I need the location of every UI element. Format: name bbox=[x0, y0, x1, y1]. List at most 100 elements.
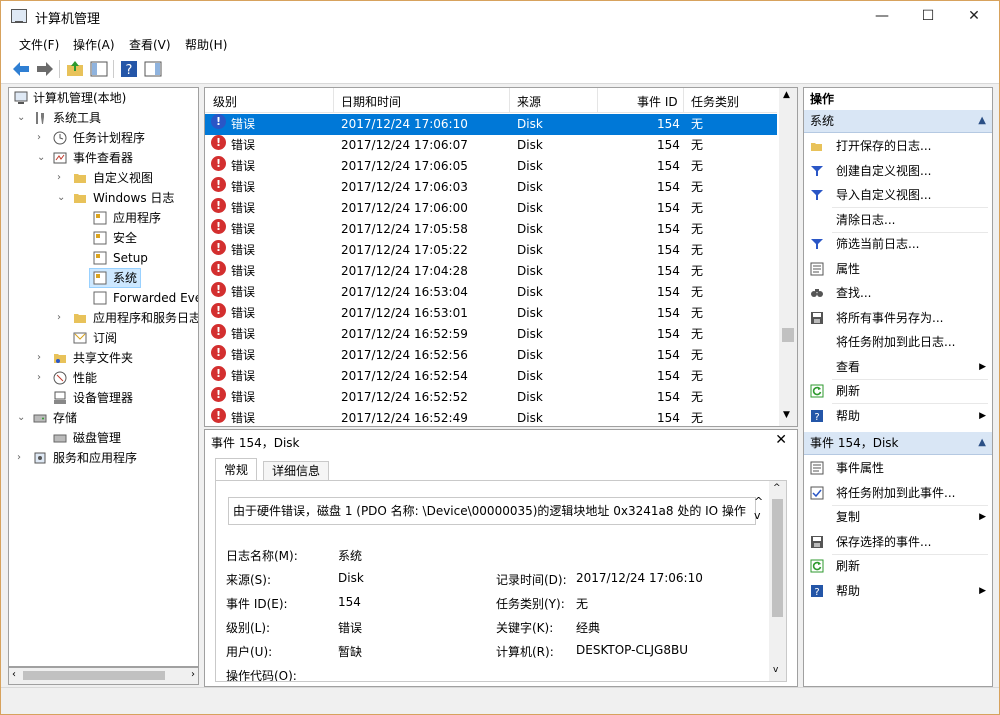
menu-help[interactable]: 帮助(H) bbox=[185, 36, 227, 53]
column-datetime[interactable]: 日期和时间 bbox=[341, 93, 401, 110]
action-item[interactable]: 清除日志... bbox=[804, 208, 992, 232]
actions-section-event[interactable]: 事件 154，Disk ▲ bbox=[804, 432, 992, 455]
detail-scrollbar[interactable]: ^ v bbox=[769, 481, 786, 681]
action-item[interactable]: 复制 ▶ bbox=[804, 505, 992, 529]
tree-item-system[interactable]: 系统 bbox=[89, 268, 141, 288]
action-item[interactable]: 打开保存的日志... bbox=[804, 134, 992, 158]
chevron-down-icon[interactable]: ⌄ bbox=[17, 408, 27, 428]
actions-section-system[interactable]: 系统 ▲ bbox=[804, 110, 992, 133]
event-row[interactable]: ! 错误 2017/12/24 17:05:58 Disk 154 无 bbox=[205, 219, 777, 240]
scroll-down-icon[interactable]: ▼ bbox=[783, 410, 790, 420]
back-arrow-icon[interactable] bbox=[11, 59, 31, 79]
forward-arrow-icon[interactable] bbox=[35, 59, 55, 79]
action-item[interactable]: 将任务附加到此事件... bbox=[804, 481, 992, 505]
event-row[interactable]: ! 错误 2017/12/24 17:04:28 Disk 154 无 bbox=[205, 261, 777, 282]
up-folder-icon[interactable] bbox=[65, 59, 85, 79]
close-button[interactable]: ✕ bbox=[951, 1, 997, 31]
collapse-icon[interactable]: ▲ bbox=[978, 110, 986, 132]
chevron-up-icon[interactable]: ^ bbox=[754, 495, 763, 508]
maximize-button[interactable]: ☐ bbox=[905, 1, 951, 31]
help-icon[interactable]: ? bbox=[119, 59, 139, 79]
tab-general[interactable]: 常规 bbox=[215, 458, 258, 481]
action-item[interactable]: 筛选当前日志... bbox=[804, 232, 992, 256]
chevron-right-icon[interactable]: › bbox=[37, 368, 47, 388]
tree-item-shared-folders[interactable]: › 共享文件夹 bbox=[9, 348, 198, 368]
level-value[interactable]: 错误 bbox=[338, 619, 362, 636]
tree-item-storage[interactable]: ⌄ 存储 bbox=[9, 408, 198, 428]
tree-item-app-service-logs[interactable]: › 应用程序和服务日志 bbox=[9, 308, 198, 328]
minimize-button[interactable]: — bbox=[859, 1, 905, 31]
column-source[interactable]: 来源 bbox=[517, 93, 541, 110]
chevron-right-icon[interactable]: › bbox=[57, 308, 67, 328]
action-item[interactable]: 刷新 bbox=[804, 379, 992, 403]
logged-value[interactable]: 2017/12/24 17:06:10 bbox=[576, 571, 703, 585]
event-row[interactable]: ! 错误 2017/12/24 17:06:00 Disk 154 无 bbox=[205, 198, 777, 219]
keywords-value[interactable]: 经典 bbox=[576, 619, 600, 636]
tree-item-system-tools[interactable]: ⌄ 系统工具 bbox=[9, 108, 198, 128]
chevron-down-icon[interactable]: ⌄ bbox=[17, 108, 27, 128]
computer-value[interactable]: DESKTOP-CLJG8BU bbox=[576, 643, 688, 657]
event-row[interactable]: ! 错误 2017/12/24 16:53:01 Disk 154 无 bbox=[205, 303, 777, 324]
event-row[interactable]: ! 错误 2017/12/24 17:06:07 Disk 154 无 bbox=[205, 135, 777, 156]
event-row[interactable]: ! 错误 2017/12/24 16:52:52 Disk 154 无 bbox=[205, 387, 777, 408]
tree-item-device-manager[interactable]: 设备管理器 bbox=[9, 388, 198, 408]
chevron-down-icon[interactable]: v bbox=[754, 509, 761, 522]
menu-file[interactable]: 文件(F) bbox=[19, 36, 59, 53]
chevron-right-icon[interactable]: › bbox=[17, 448, 27, 468]
column-level[interactable]: 级别 bbox=[213, 93, 237, 110]
scroll-left-icon[interactable]: ‹ bbox=[12, 669, 16, 680]
chevron-right-icon[interactable]: › bbox=[57, 168, 67, 188]
chevron-down-icon[interactable]: ⌄ bbox=[37, 148, 47, 168]
tree-item-task-scheduler[interactable]: › 任务计划程序 bbox=[9, 128, 198, 148]
chevron-right-icon[interactable]: › bbox=[37, 128, 47, 148]
event-row[interactable]: ! 错误 2017/12/24 16:52:54 Disk 154 无 bbox=[205, 366, 777, 387]
event-row[interactable]: ! 错误 2017/12/24 17:06:03 Disk 154 无 bbox=[205, 177, 777, 198]
task-category-value[interactable]: 无 bbox=[576, 595, 588, 612]
tree-item-security[interactable]: 安全 bbox=[9, 228, 198, 248]
menu-view[interactable]: 查看(V) bbox=[129, 36, 171, 53]
action-item[interactable]: 保存选择的事件... bbox=[804, 530, 992, 554]
tree-item-application[interactable]: 应用程序 bbox=[9, 208, 198, 228]
collapse-icon[interactable]: ▲ bbox=[978, 432, 986, 454]
scroll-thumb[interactable] bbox=[23, 671, 165, 680]
action-item[interactable]: 刷新 bbox=[804, 554, 992, 578]
action-item[interactable]: 属性 bbox=[804, 257, 992, 281]
tree-item-event-viewer[interactable]: ⌄ 事件查看器 bbox=[9, 148, 198, 168]
action-item[interactable]: 导入自定义视图... bbox=[804, 183, 992, 207]
event-row[interactable]: ! 错误 2017/12/24 16:52:56 Disk 154 无 bbox=[205, 345, 777, 366]
tree-item-root[interactable]: 计算机管理(本地) bbox=[9, 88, 198, 108]
tree-item-disk-management[interactable]: 磁盘管理 bbox=[9, 428, 198, 448]
chevron-down-icon[interactable]: ⌄ bbox=[57, 188, 67, 208]
event-list-scrollbar[interactable]: ▲ ▼ bbox=[779, 88, 797, 426]
chevron-right-icon[interactable]: › bbox=[37, 348, 47, 368]
close-icon[interactable]: ✕ bbox=[775, 432, 787, 448]
event-row[interactable]: ! 错误 2017/12/24 16:52:59 Disk 154 无 bbox=[205, 324, 777, 345]
log-name-value[interactable]: 系统 bbox=[338, 547, 362, 564]
tab-details[interactable]: 详细信息 bbox=[263, 461, 330, 481]
tree-item-custom-views[interactable]: › 自定义视图 bbox=[9, 168, 198, 188]
properties-pane-icon[interactable] bbox=[143, 59, 163, 79]
event-row[interactable]: ! 错误 2017/12/24 16:53:04 Disk 154 无 bbox=[205, 282, 777, 303]
tree-horizontal-scrollbar[interactable]: ‹ › bbox=[8, 667, 199, 685]
scroll-up-icon[interactable]: ^ bbox=[773, 483, 781, 493]
event-id-value[interactable]: 154 bbox=[338, 595, 361, 609]
event-row[interactable]: ! 错误 2017/12/24 17:05:22 Disk 154 无 bbox=[205, 240, 777, 261]
tree-item-forwarded-events[interactable]: Forwarded Eve bbox=[9, 288, 198, 308]
show-hide-tree-icon[interactable] bbox=[89, 59, 109, 79]
action-item[interactable]: 将任务附加到此日志... bbox=[804, 330, 992, 354]
event-row[interactable]: ! 错误 2017/12/24 16:52:49 Disk 154 无 bbox=[205, 408, 777, 426]
tree-item-subscriptions[interactable]: 订阅 bbox=[9, 328, 198, 348]
source-value[interactable]: Disk bbox=[338, 571, 364, 585]
action-item[interactable]: 将所有事件另存为... bbox=[804, 306, 992, 330]
tree-item-services-apps[interactable]: › 服务和应用程序 bbox=[9, 448, 198, 468]
scroll-up-icon[interactable]: ▲ bbox=[783, 90, 790, 100]
scroll-thumb[interactable] bbox=[772, 499, 783, 617]
column-task-category[interactable]: 任务类别 bbox=[691, 93, 739, 110]
event-row[interactable]: ! 错误 2017/12/24 17:06:10 Disk 154 无 bbox=[205, 114, 777, 135]
scroll-down-icon[interactable]: v bbox=[773, 665, 778, 675]
tree-item-performance[interactable]: › 性能 bbox=[9, 368, 198, 388]
tree-item-windows-logs[interactable]: ⌄ Windows 日志 bbox=[9, 188, 198, 208]
user-value[interactable]: 暂缺 bbox=[338, 643, 362, 660]
event-row[interactable]: ! 错误 2017/12/24 17:06:05 Disk 154 无 bbox=[205, 156, 777, 177]
action-item[interactable]: 查找... bbox=[804, 281, 992, 305]
